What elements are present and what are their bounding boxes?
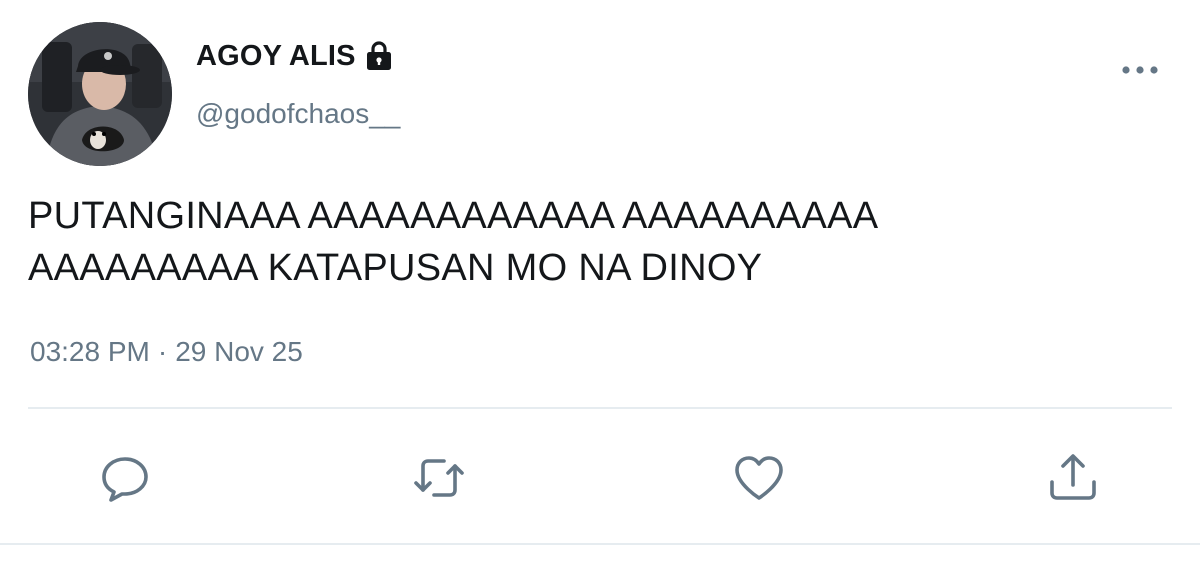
user-handle[interactable]: @godofchaos__ [196, 98, 400, 130]
heart-icon [735, 456, 783, 500]
bottom-divider [0, 543, 1200, 545]
retweet-button[interactable] [412, 452, 466, 504]
avatar-photo [28, 22, 172, 166]
tweet-text-line: PUTANGINAAA AAAAAAAAAAAA AAAAAAAAAA [28, 195, 879, 237]
display-name-row[interactable]: AGOY ALIS [196, 38, 394, 74]
tweet-text-line: AAAAAAAAA KATAPUSAN MO NA DINOY [28, 247, 763, 289]
retweet-icon [414, 459, 464, 497]
tweet-timestamp[interactable]: 03:28 PM · 29 Nov 25 [30, 336, 303, 368]
lock-icon [364, 40, 394, 72]
tweet-date: 29 Nov 25 [175, 336, 303, 367]
display-name[interactable]: AGOY ALIS [196, 40, 356, 73]
tweet-time: 03:28 PM [30, 336, 150, 367]
tweet-text: PUTANGINAAA AAAAAAAAAAAA AAAAAAAAAA AAAA… [28, 190, 1168, 294]
meta-separator: · [157, 336, 168, 367]
share-button[interactable] [1046, 452, 1100, 504]
more-options-icon[interactable] [1116, 60, 1164, 80]
like-button[interactable] [732, 452, 786, 504]
tweet-card: AGOY ALIS @godofchaos__ PUTANGINAAA AAAA… [0, 0, 1200, 561]
comment-icon [102, 457, 148, 502]
avatar[interactable] [28, 22, 172, 166]
reply-button[interactable] [98, 452, 152, 504]
divider [28, 407, 1172, 409]
share-icon [1050, 454, 1096, 500]
